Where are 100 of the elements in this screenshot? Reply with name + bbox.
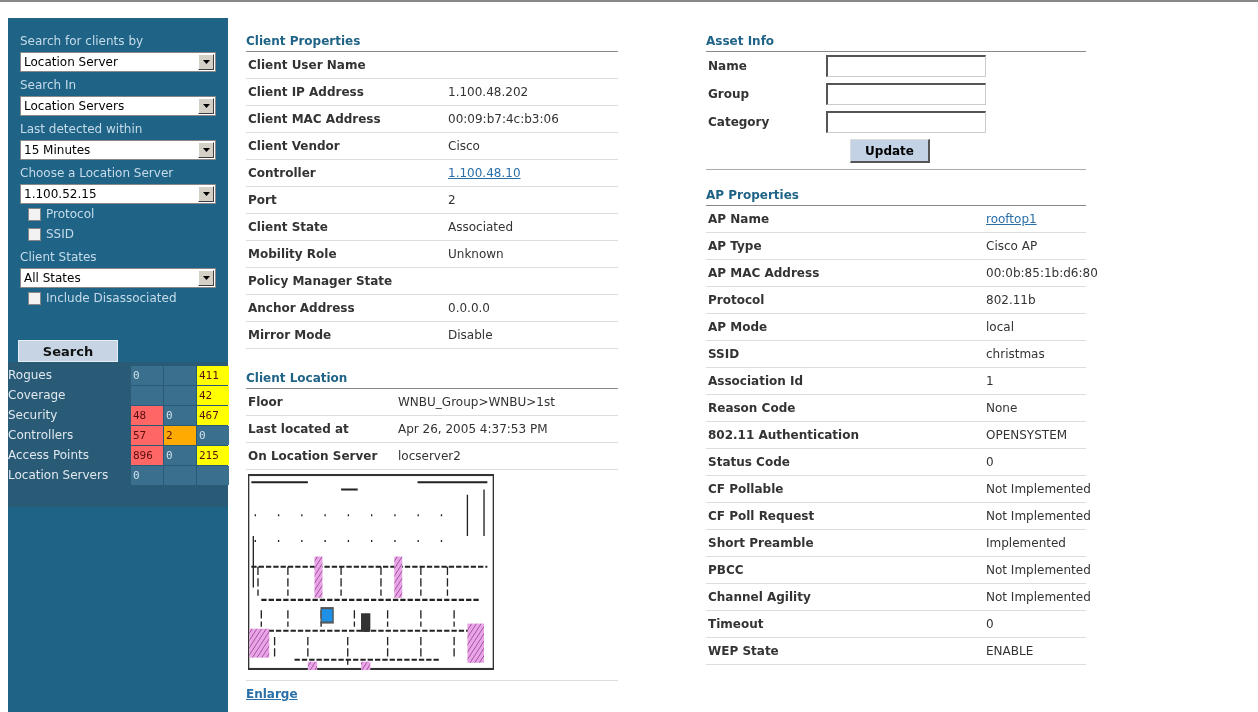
checkbox-label: Protocol xyxy=(46,207,95,221)
checkbox[interactable] xyxy=(28,207,41,221)
alarm-count-cell[interactable]: 896 xyxy=(131,446,163,465)
property-label: SSID xyxy=(707,347,741,361)
section-title: Client Properties xyxy=(246,34,618,52)
property-label: Association Id xyxy=(707,374,804,388)
alarm-category-label[interactable]: Rogues xyxy=(8,366,130,385)
property-value: 0 xyxy=(986,455,995,469)
property-link[interactable]: 1.100.48.10 xyxy=(448,166,618,180)
alarm-count-cell[interactable]: 2 xyxy=(164,426,196,445)
field-label: Name xyxy=(707,59,748,73)
property-value: 00:0b:85:1b:d6:80 xyxy=(986,266,1098,280)
alarm-category-label[interactable]: Controllers xyxy=(8,426,130,445)
alarm-count-cell[interactable]: 0 xyxy=(131,466,163,485)
property-value: Apr 26, 2005 4:37:53 PM xyxy=(398,422,549,436)
property-value: Not Implemented xyxy=(986,509,1091,523)
property-label: AP Mode xyxy=(707,320,769,334)
property-value: Not Implemented xyxy=(986,482,1091,496)
property-label: AP MAC Address xyxy=(707,266,821,280)
checkbox[interactable] xyxy=(28,291,41,305)
alarm-count-cell[interactable]: 0 xyxy=(197,426,229,445)
property-label: PBCC xyxy=(707,563,745,577)
alarm-count-cell xyxy=(164,466,196,485)
property-label: Client IP Address xyxy=(247,85,365,99)
dropdown[interactable]: Location Servers xyxy=(20,96,216,116)
property-label: Reason Code xyxy=(707,401,797,415)
property-label: CF Pollable xyxy=(707,482,785,496)
property-value: OPENSYSTEM xyxy=(986,428,1069,442)
property-label: AP Name xyxy=(707,212,771,226)
property-label: AP Type xyxy=(707,239,763,253)
property-value: ENABLE xyxy=(986,644,1035,658)
alarm-count-cell[interactable]: 467 xyxy=(197,406,229,425)
alarm-count-cell[interactable]: 0 xyxy=(164,406,196,425)
property-label: Last located at xyxy=(247,422,350,436)
field-label: Group xyxy=(707,87,751,101)
property-label: 802.11 Authentication xyxy=(707,428,860,442)
property-label: Client Vendor xyxy=(247,139,341,153)
text-input[interactable] xyxy=(826,55,986,77)
alarm-count-cell[interactable]: 215 xyxy=(197,446,229,465)
alarm-category-label[interactable]: Coverage xyxy=(8,386,130,405)
property-label: Client User Name xyxy=(247,58,367,72)
property-label: WEP State xyxy=(707,644,780,658)
alarm-count-cell[interactable]: 57 xyxy=(131,426,163,445)
property-label: Short Preamble xyxy=(707,536,815,550)
checkbox-label: Include Disassociated xyxy=(46,291,177,305)
property-label: Client State xyxy=(247,220,329,234)
property-label: Mobility Role xyxy=(247,247,338,261)
field-label: Category xyxy=(707,115,771,129)
alarm-count-cell[interactable]: 0 xyxy=(164,446,196,465)
section-title: Client Location xyxy=(246,371,618,389)
section-title: Asset Info xyxy=(706,34,1086,52)
property-label: Timeout xyxy=(707,617,765,631)
alarm-category-label[interactable]: Access Points xyxy=(8,446,130,465)
property-label: Anchor Address xyxy=(247,301,356,315)
field-label: Search In xyxy=(20,78,78,92)
property-value: locserver2 xyxy=(398,449,462,463)
property-value: 00:09:b7:4c:b3:06 xyxy=(448,112,560,126)
alarm-count-cell xyxy=(164,366,196,385)
alarm-count-cell xyxy=(131,386,163,405)
property-label: Floor xyxy=(247,395,284,409)
dropdown[interactable]: 15 Minutes xyxy=(20,140,216,160)
property-value: Unknown xyxy=(448,247,505,261)
update-button[interactable]: Update xyxy=(850,139,930,163)
property-label: Protocol xyxy=(707,293,766,307)
property-link[interactable]: rooftop1 xyxy=(986,212,1086,226)
dropdown[interactable]: Location Server xyxy=(20,52,216,72)
alarm-category-label[interactable]: Location Servers xyxy=(8,466,130,485)
text-input[interactable] xyxy=(826,83,986,105)
property-value: local xyxy=(986,320,1015,334)
property-label: On Location Server xyxy=(247,449,379,463)
property-value: 0 xyxy=(986,617,995,631)
field-label: Last detected within xyxy=(20,122,144,136)
property-value: Implemented xyxy=(986,536,1067,550)
property-value: 1.100.48.202 xyxy=(448,85,530,99)
property-label: Client MAC Address xyxy=(247,112,382,126)
property-value: None xyxy=(986,401,1019,415)
property-label: Mirror Mode xyxy=(247,328,333,342)
property-value: christmas xyxy=(986,347,1046,361)
alarm-count-cell[interactable]: 0 xyxy=(131,366,163,385)
property-label: Controller xyxy=(247,166,317,180)
alarm-count-cell[interactable]: 48 xyxy=(131,406,163,425)
alarm-count-cell xyxy=(164,386,196,405)
checkbox-label: SSID xyxy=(46,227,74,241)
alarm-count-cell[interactable]: 42 xyxy=(197,386,229,405)
checkbox[interactable] xyxy=(28,227,41,241)
text-input[interactable] xyxy=(826,111,986,133)
property-value: WNBU_Group>WNBU>1st xyxy=(398,395,556,409)
search-button[interactable]: Search xyxy=(18,340,118,362)
enlarge-link[interactable]: Enlarge xyxy=(246,687,298,701)
alarm-count-cell[interactable]: 411 xyxy=(197,366,229,385)
property-value: Not Implemented xyxy=(986,590,1091,604)
property-value: Disable xyxy=(448,328,494,342)
property-value: 2 xyxy=(448,193,457,207)
dropdown[interactable]: All States xyxy=(20,268,216,288)
property-label: Port xyxy=(247,193,278,207)
alarm-category-label[interactable]: Security xyxy=(8,406,130,425)
dropdown[interactable]: 1.100.52.15 xyxy=(20,184,216,204)
property-value: Not Implemented xyxy=(986,563,1091,577)
property-value: 802.11b xyxy=(986,293,1037,307)
property-value: Associated xyxy=(448,220,515,234)
